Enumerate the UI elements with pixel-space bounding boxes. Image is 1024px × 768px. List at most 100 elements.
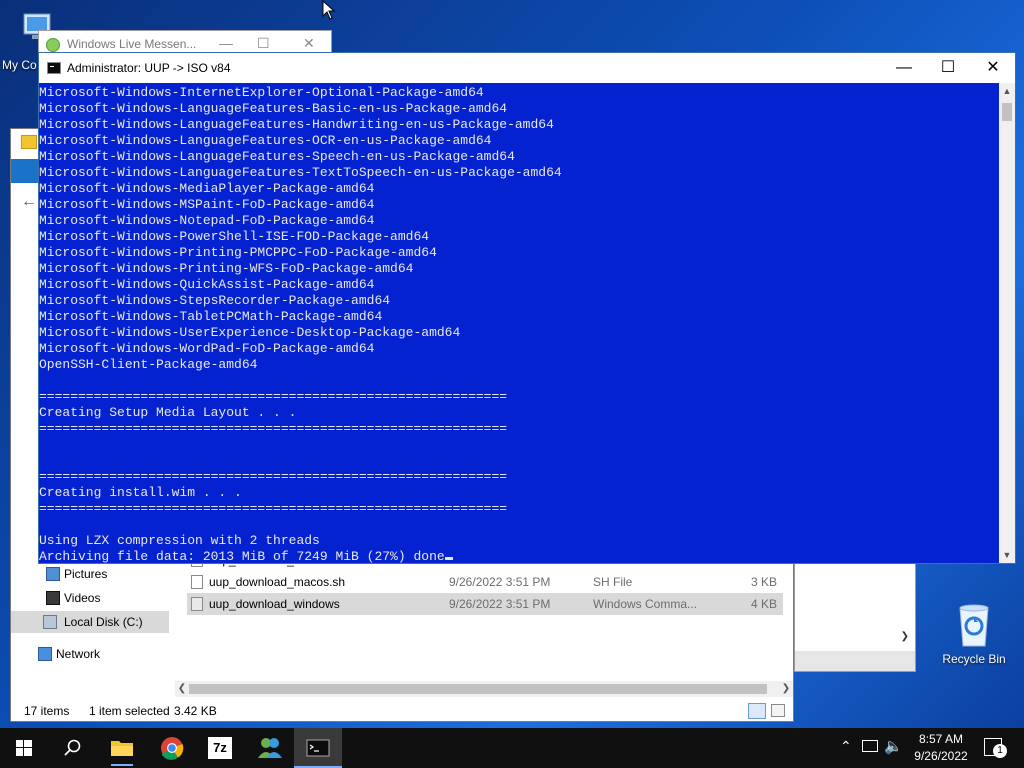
maximize-button[interactable]: ☐ [257, 35, 270, 52]
console-line: Microsoft-Windows-TabletPCMath-Package-a… [39, 309, 383, 324]
7zip-icon: 7z [208, 737, 232, 759]
window-title: Windows Live Messen... [67, 37, 197, 51]
console-line: Microsoft-Windows-Printing-PMCPPC-FoD-Pa… [39, 245, 437, 260]
nav-item-network[interactable]: Network [38, 643, 100, 665]
scroll-left-icon[interactable]: ❮ [175, 681, 189, 697]
maximize-button[interactable]: ☐ [925, 53, 971, 83]
console-line: Microsoft-Windows-LanguageFeatures-OCR-e… [39, 133, 492, 148]
cmd-icon [306, 739, 330, 757]
nav-item-videos[interactable]: Videos [46, 587, 100, 609]
videos-icon [46, 591, 60, 605]
console-line: Microsoft-Windows-LanguageFeatures-Handw… [39, 117, 554, 132]
status-bar: 17 items 1 item selected 3.42 KB [11, 701, 793, 721]
cmd-file-icon [191, 597, 203, 611]
console-line: Microsoft-Windows-LanguageFeatures-Basic… [39, 101, 508, 116]
console-line: Archiving file data: 2013 MiB of 7249 Mi… [39, 549, 445, 563]
console-text: Microsoft-Windows-InternetExplorer-Optio… [39, 83, 999, 563]
background-window-pane: ❯ [794, 562, 916, 672]
close-button[interactable]: ✕ [970, 53, 1016, 83]
network-icon [38, 647, 52, 661]
taskbar: 7z ⌃ 🔈 8:57 AM 9/26/2022 1 [0, 728, 1024, 768]
file-row-selected[interactable]: uup_download_windows 9/26/2022 3:51 PM W… [187, 593, 783, 615]
text-cursor [444, 557, 453, 560]
console-line: Microsoft-Windows-Notepad-FoD-Package-am… [39, 213, 375, 228]
console-window[interactable]: Administrator: UUP -> ISO v84 — ☐ ✕ Micr… [38, 52, 1016, 564]
chevron-up-icon[interactable]: ⌃ [840, 738, 852, 755]
pictures-icon [46, 567, 60, 581]
console-line: Microsoft-Windows-InternetExplorer-Optio… [39, 85, 484, 100]
console-line: Microsoft-Windows-Printing-WFS-FoD-Packa… [39, 261, 414, 276]
taskbar-7zip[interactable]: 7z [196, 728, 244, 768]
console-line: Microsoft-Windows-PowerShell-ISE-FOD-Pac… [39, 229, 430, 244]
console-line: ========================================… [39, 421, 508, 436]
console-line: Microsoft-Windows-UserExperience-Desktop… [39, 325, 461, 340]
close-button[interactable]: ✕ [303, 35, 315, 52]
file-row[interactable]: uup_download_macos.sh 9/26/2022 3:51 PM … [187, 571, 783, 593]
console-line: Microsoft-Windows-LanguageFeatures-TextT… [39, 165, 562, 180]
clock-date: 9/26/2022 [914, 749, 968, 763]
notification-button[interactable]: 1 [984, 738, 1007, 758]
console-line: Microsoft-Windows-LanguageFeatures-Speec… [39, 149, 515, 164]
vertical-scrollbar[interactable]: ▲ ▼ [999, 83, 1015, 563]
minimize-button[interactable]: — [219, 35, 233, 51]
file-explorer-icon [111, 741, 133, 766]
background-window-statusbar [795, 651, 915, 671]
chrome-icon [161, 737, 184, 760]
scroll-down-icon[interactable]: ▼ [999, 547, 1015, 563]
search-icon [64, 739, 81, 756]
drive-icon [43, 615, 57, 629]
back-arrow-icon[interactable]: ← [21, 193, 37, 211]
taskbar-messenger[interactable] [246, 728, 294, 768]
clock[interactable]: 8:57 AM 9/26/2022 [906, 731, 976, 765]
scrollbar-thumb[interactable] [189, 684, 767, 694]
desktop-icon-recycle-bin[interactable]: Recycle Bin [938, 600, 1010, 666]
folder-icon [21, 135, 37, 149]
console-titlebar[interactable]: Administrator: UUP -> ISO v84 — ☐ ✕ [39, 53, 1015, 83]
taskbar-file-explorer[interactable] [98, 728, 146, 768]
desktop-icon-label: Recycle Bin [942, 652, 1006, 666]
ribbon-file-tab[interactable] [11, 159, 41, 183]
clock-time: 8:57 AM [918, 732, 964, 746]
console-line: Creating install.wim . . . [39, 485, 242, 500]
volume-icon[interactable]: 🔈 [884, 737, 903, 755]
notification-badge: 1 [993, 744, 1007, 758]
search-button[interactable] [48, 728, 96, 768]
selection-count: 1 item selected [89, 704, 170, 718]
console-line: Creating Setup Media Layout . . . [39, 405, 297, 420]
console-line: OpenSSH-Client-Package-amd64 [39, 357, 258, 372]
network-status-icon[interactable] [862, 740, 878, 752]
console-line: Microsoft-Windows-MediaPlayer-Package-am… [39, 181, 375, 196]
nav-item-local-disk[interactable]: Local Disk (C:) [11, 611, 169, 633]
item-count: 17 items [24, 704, 70, 718]
console-line: ========================================… [39, 501, 508, 516]
window-title: Administrator: UUP -> ISO v84 [67, 61, 231, 75]
console-line: ========================================… [39, 469, 508, 484]
taskbar-chrome[interactable] [148, 728, 196, 768]
console-line: Microsoft-Windows-MSPaint-FoD-Package-am… [39, 197, 375, 212]
file-icon [191, 575, 203, 589]
large-icons-view-icon[interactable] [771, 704, 785, 717]
scroll-up-icon[interactable]: ▲ [999, 83, 1015, 99]
nav-item-pictures[interactable]: Pictures [46, 563, 107, 585]
windows-logo-icon [16, 740, 32, 756]
taskbar-cmd[interactable] [294, 728, 342, 768]
chevron-right-icon[interactable]: ❯ [901, 631, 909, 642]
messenger-icon [258, 738, 282, 758]
desktop-icon-label: My Co [2, 58, 37, 72]
cmd-icon [47, 62, 61, 74]
start-button[interactable] [0, 728, 48, 768]
mouse-cursor-icon [322, 0, 336, 20]
minimize-button[interactable]: — [881, 53, 927, 83]
selection-size: 3.42 KB [174, 704, 217, 718]
console-output[interactable]: Microsoft-Windows-InternetExplorer-Optio… [39, 83, 999, 563]
console-line: Using LZX compression with 2 threads [39, 533, 320, 548]
console-line: ========================================… [39, 389, 508, 404]
recycle-bin-icon [959, 604, 989, 647]
scrollbar-thumb[interactable] [1002, 103, 1012, 121]
messenger-icon [46, 38, 60, 52]
scroll-right-icon[interactable]: ❯ [779, 681, 793, 697]
console-line: Microsoft-Windows-WordPad-FoD-Package-am… [39, 341, 375, 356]
details-view-icon[interactable] [748, 703, 766, 719]
console-line: Microsoft-Windows-StepsRecorder-Package-… [39, 293, 391, 308]
horizontal-scrollbar[interactable]: ❮ ❯ [175, 681, 793, 697]
